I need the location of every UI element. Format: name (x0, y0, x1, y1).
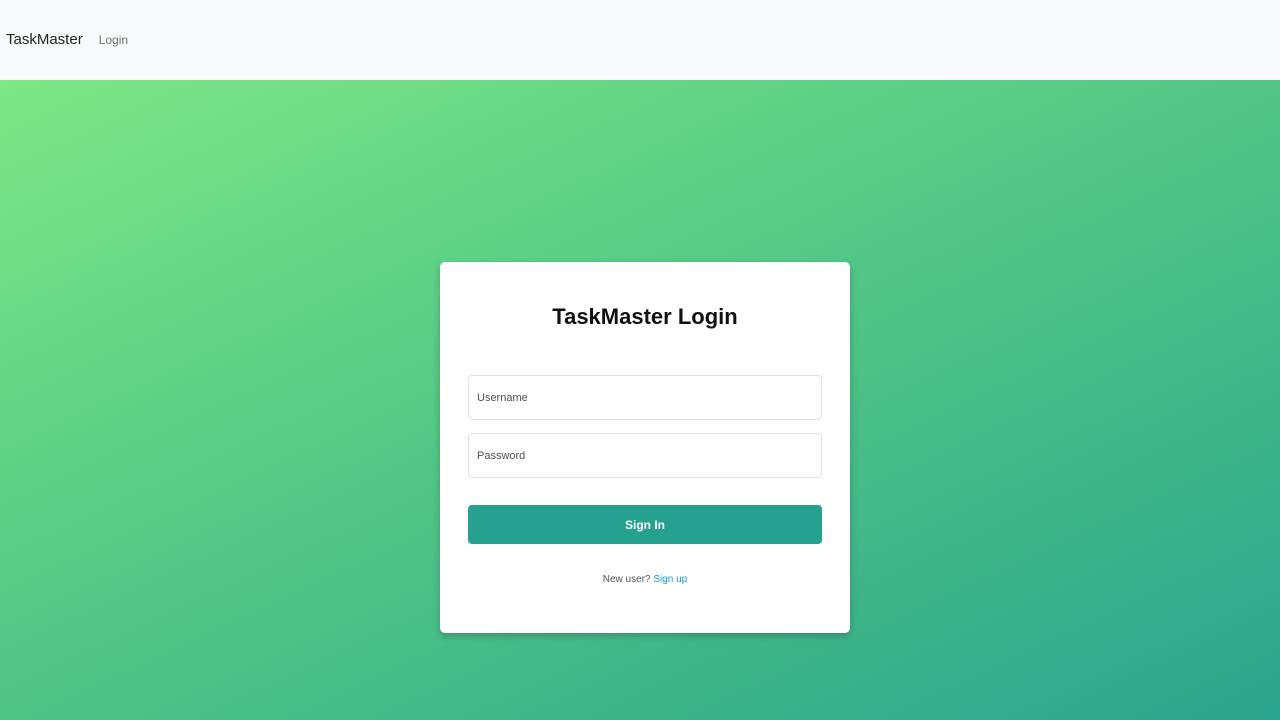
login-title: TaskMaster Login (552, 304, 738, 329)
signup-prompt-row: New user? Sign up (440, 573, 850, 587)
brand-logo-text[interactable]: TaskMaster (6, 30, 83, 50)
signup-prompt-text: New user? (602, 574, 651, 585)
nav-link-login[interactable]: Login (99, 30, 128, 50)
password-input[interactable] (468, 433, 822, 478)
top-navbar: TaskMaster Login (0, 0, 1280, 80)
sign-up-link[interactable]: Sign up (653, 574, 687, 585)
login-card: TaskMaster Login Sign In New user? Sign … (440, 262, 850, 633)
sign-in-button[interactable]: Sign In (468, 505, 822, 544)
username-input[interactable] (468, 375, 822, 420)
